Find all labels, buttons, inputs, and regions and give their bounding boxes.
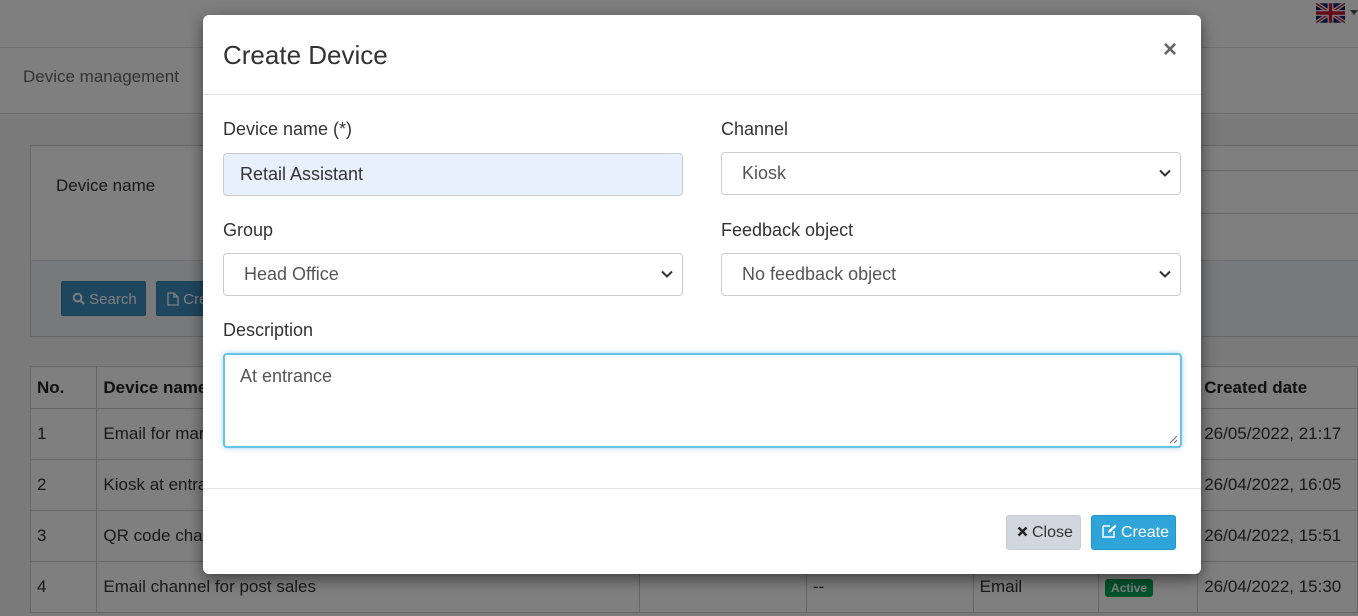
channel-select[interactable]: Kiosk: [721, 152, 1181, 195]
modal-title: Create Device: [223, 40, 388, 70]
close-x-icon: [1017, 526, 1028, 537]
feedback-object-select-value: No feedback object: [742, 264, 897, 284]
group-label: Group: [223, 220, 274, 240]
device-name-value: Retail Assistant: [240, 164, 364, 184]
chevron-down-icon: [1159, 270, 1171, 278]
resize-handle-icon[interactable]: [1168, 434, 1178, 444]
channel-label: Channel: [721, 119, 789, 139]
feedback-object-label: Feedback object: [721, 220, 854, 240]
channel-select-value: Kiosk: [742, 163, 787, 183]
device-name-label: Device name (*): [223, 119, 353, 139]
feedback-object-select[interactable]: No feedback object: [721, 253, 1181, 296]
modal-header: Create Device ×: [203, 15, 1201, 95]
close-icon[interactable]: ×: [1163, 37, 1177, 63]
description-textarea[interactable]: At entrance: [223, 353, 1182, 448]
create-button-label: Create: [1121, 524, 1170, 541]
chevron-down-icon: [1159, 169, 1171, 177]
group-select-value: Head Office: [244, 264, 339, 284]
description-value: At entrance: [240, 366, 333, 386]
close-button-label: Close: [1032, 524, 1073, 541]
modal-footer: Close Create: [203, 488, 1201, 574]
edit-icon: [1102, 525, 1117, 539]
group-select[interactable]: Head Office: [223, 253, 683, 296]
device-name-input[interactable]: Retail Assistant: [223, 153, 683, 196]
description-label: Description: [223, 320, 314, 340]
close-button[interactable]: Close: [1006, 515, 1081, 550]
create-button[interactable]: Create: [1091, 515, 1176, 550]
chevron-down-icon: [661, 270, 673, 278]
create-device-modal: Create Device × Device name (*) Retail A…: [203, 15, 1201, 574]
